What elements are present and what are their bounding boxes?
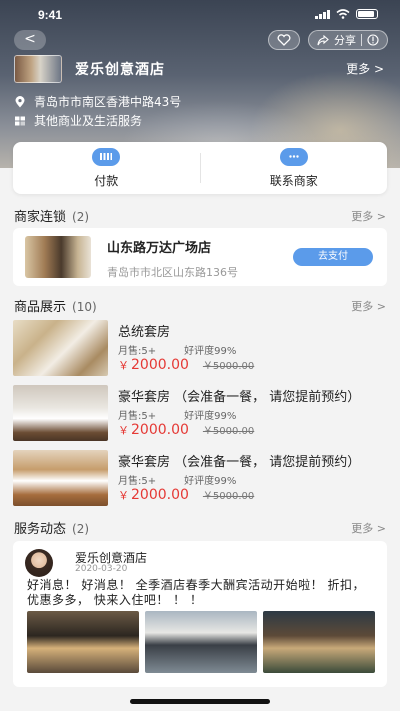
price-value: 2000.00 xyxy=(131,422,189,438)
action-card: 付款 联系商家 xyxy=(13,142,387,194)
product-title: 豪华套房 （会准备一餐， 请您提前预约） xyxy=(118,390,361,405)
chain-section-header: 商家连锁 (2) xyxy=(14,206,89,225)
currency-symbol: ￥ xyxy=(118,359,129,372)
price-value: 2000.00 xyxy=(131,487,189,503)
product-price: ￥ 2000.00 ￥5000.00 xyxy=(118,422,254,438)
post-image[interactable] xyxy=(27,611,139,673)
signal-icon xyxy=(315,9,330,19)
product-item[interactable]: 总统套房 月售:5+ 好评度99% ￥ 2000.00 ￥5000.00 xyxy=(13,320,387,376)
info-icon[interactable] xyxy=(367,34,379,46)
store-more-link[interactable]: 更多 > xyxy=(346,60,384,77)
category-icon xyxy=(15,116,25,125)
post-text: 好消息！ 好消息！ 全季酒店春季大酬宾活动开始啦！ 折扣， 优惠多多， 快来入住… xyxy=(27,578,365,607)
original-price: ￥5000.00 xyxy=(202,426,255,437)
post-images xyxy=(27,611,375,673)
header-actions: 分享 xyxy=(268,30,388,50)
pay-label: 付款 xyxy=(94,173,119,188)
post-image[interactable] xyxy=(263,611,375,673)
section-title: 商家连锁 xyxy=(14,210,67,225)
product-meta: 月售:5+ 好评度99% xyxy=(118,342,236,357)
status-icons xyxy=(315,9,378,19)
product-sold: 月售:5+ xyxy=(118,411,157,422)
back-button[interactable]: < xyxy=(14,30,46,50)
share-label: 分享 xyxy=(334,34,356,47)
post-date: 2020-03-20 xyxy=(75,564,128,574)
chevron-left-icon: < xyxy=(24,31,36,47)
store-thumbnail xyxy=(14,55,62,83)
product-sold: 月售:5+ xyxy=(118,346,157,357)
share-button[interactable]: 分享 xyxy=(308,30,388,50)
product-price: ￥ 2000.00 ￥5000.00 xyxy=(118,357,254,373)
products-section-header: 商品展示 (10) xyxy=(14,296,97,315)
product-item[interactable]: 豪华套房 （会准备一餐， 请您提前预约） 月售:5+ 好评度99% ￥ 2000… xyxy=(13,385,387,441)
currency-symbol: ￥ xyxy=(118,424,129,437)
store-category: 其他商业及生活服务 xyxy=(34,114,143,128)
contact-merchant-button[interactable]: 联系商家 xyxy=(201,142,388,194)
status-time: 9:41 xyxy=(38,8,63,22)
category-row: 其他商业及生活服务 xyxy=(14,112,142,129)
store-address: 青岛市市南区香港中路43号 xyxy=(34,95,182,109)
chain-more-link[interactable]: 更多 > xyxy=(351,208,386,224)
original-price: ￥5000.00 xyxy=(202,491,255,502)
home-indicator xyxy=(130,699,270,704)
feed-more-link[interactable]: 更多 > xyxy=(351,520,386,536)
chat-icon xyxy=(279,147,308,166)
pay-button[interactable]: 付款 xyxy=(13,142,200,194)
share-icon xyxy=(317,34,329,45)
product-meta: 月售:5+ 好评度99% xyxy=(118,407,236,422)
product-meta: 月售:5+ 好评度99% xyxy=(118,472,236,487)
wifi-icon xyxy=(336,9,350,19)
chain-store-thumbnail xyxy=(25,236,91,278)
product-rating: 好评度99% xyxy=(184,346,237,357)
heart-icon xyxy=(277,34,291,46)
chain-store-card[interactable]: 山东路万达广场店 青岛市市北区山东路136号 去支付 xyxy=(13,228,387,286)
product-image xyxy=(13,320,108,376)
product-sold: 月售:5+ xyxy=(118,476,157,487)
chain-store-address: 青岛市市北区山东路136号 xyxy=(107,266,238,279)
section-title: 商品展示 xyxy=(14,300,67,315)
location-pin-icon xyxy=(15,95,25,107)
product-image xyxy=(13,450,108,506)
battery-icon xyxy=(356,9,378,19)
feed-post-card[interactable]: 爱乐创意酒店 2020-03-20 好消息！ 好消息！ 全季酒店春季大酬宾活动开… xyxy=(13,541,387,687)
contact-label: 联系商家 xyxy=(269,173,318,188)
post-image[interactable] xyxy=(145,611,257,673)
go-pay-button[interactable]: 去支付 xyxy=(293,248,373,266)
avatar xyxy=(25,549,53,577)
status-bar: 9:41 xyxy=(0,0,400,30)
section-title: 服务动态 xyxy=(14,522,67,537)
store-name: 爱乐创意酒店 xyxy=(75,62,165,78)
divider xyxy=(361,34,362,46)
address-row[interactable]: 青岛市市南区香港中路43号 xyxy=(14,93,181,110)
section-count: (2) xyxy=(72,522,90,536)
original-price: ￥5000.00 xyxy=(202,361,255,372)
product-rating: 好评度99% xyxy=(184,411,237,422)
product-price: ￥ 2000.00 ￥5000.00 xyxy=(118,487,254,503)
product-item[interactable]: 豪华套房 （会准备一餐， 请您提前预约） 月售:5+ 好评度99% ￥ 2000… xyxy=(13,450,387,506)
product-image xyxy=(13,385,108,441)
products-more-link[interactable]: 更多 > xyxy=(351,298,386,314)
currency-symbol: ￥ xyxy=(118,489,129,502)
section-count: (2) xyxy=(72,210,90,224)
payment-icon xyxy=(92,147,121,166)
section-count: (10) xyxy=(72,300,97,314)
price-value: 2000.00 xyxy=(131,357,189,373)
product-rating: 好评度99% xyxy=(184,476,237,487)
chain-store-name: 山东路万达广场店 xyxy=(107,241,212,256)
product-title: 总统套房 xyxy=(118,325,171,340)
product-title: 豪华套房 （会准备一餐， 请您提前预约） xyxy=(118,455,361,470)
feed-section-header: 服务动态 (2) xyxy=(14,518,89,537)
favorite-button[interactable] xyxy=(268,30,300,50)
